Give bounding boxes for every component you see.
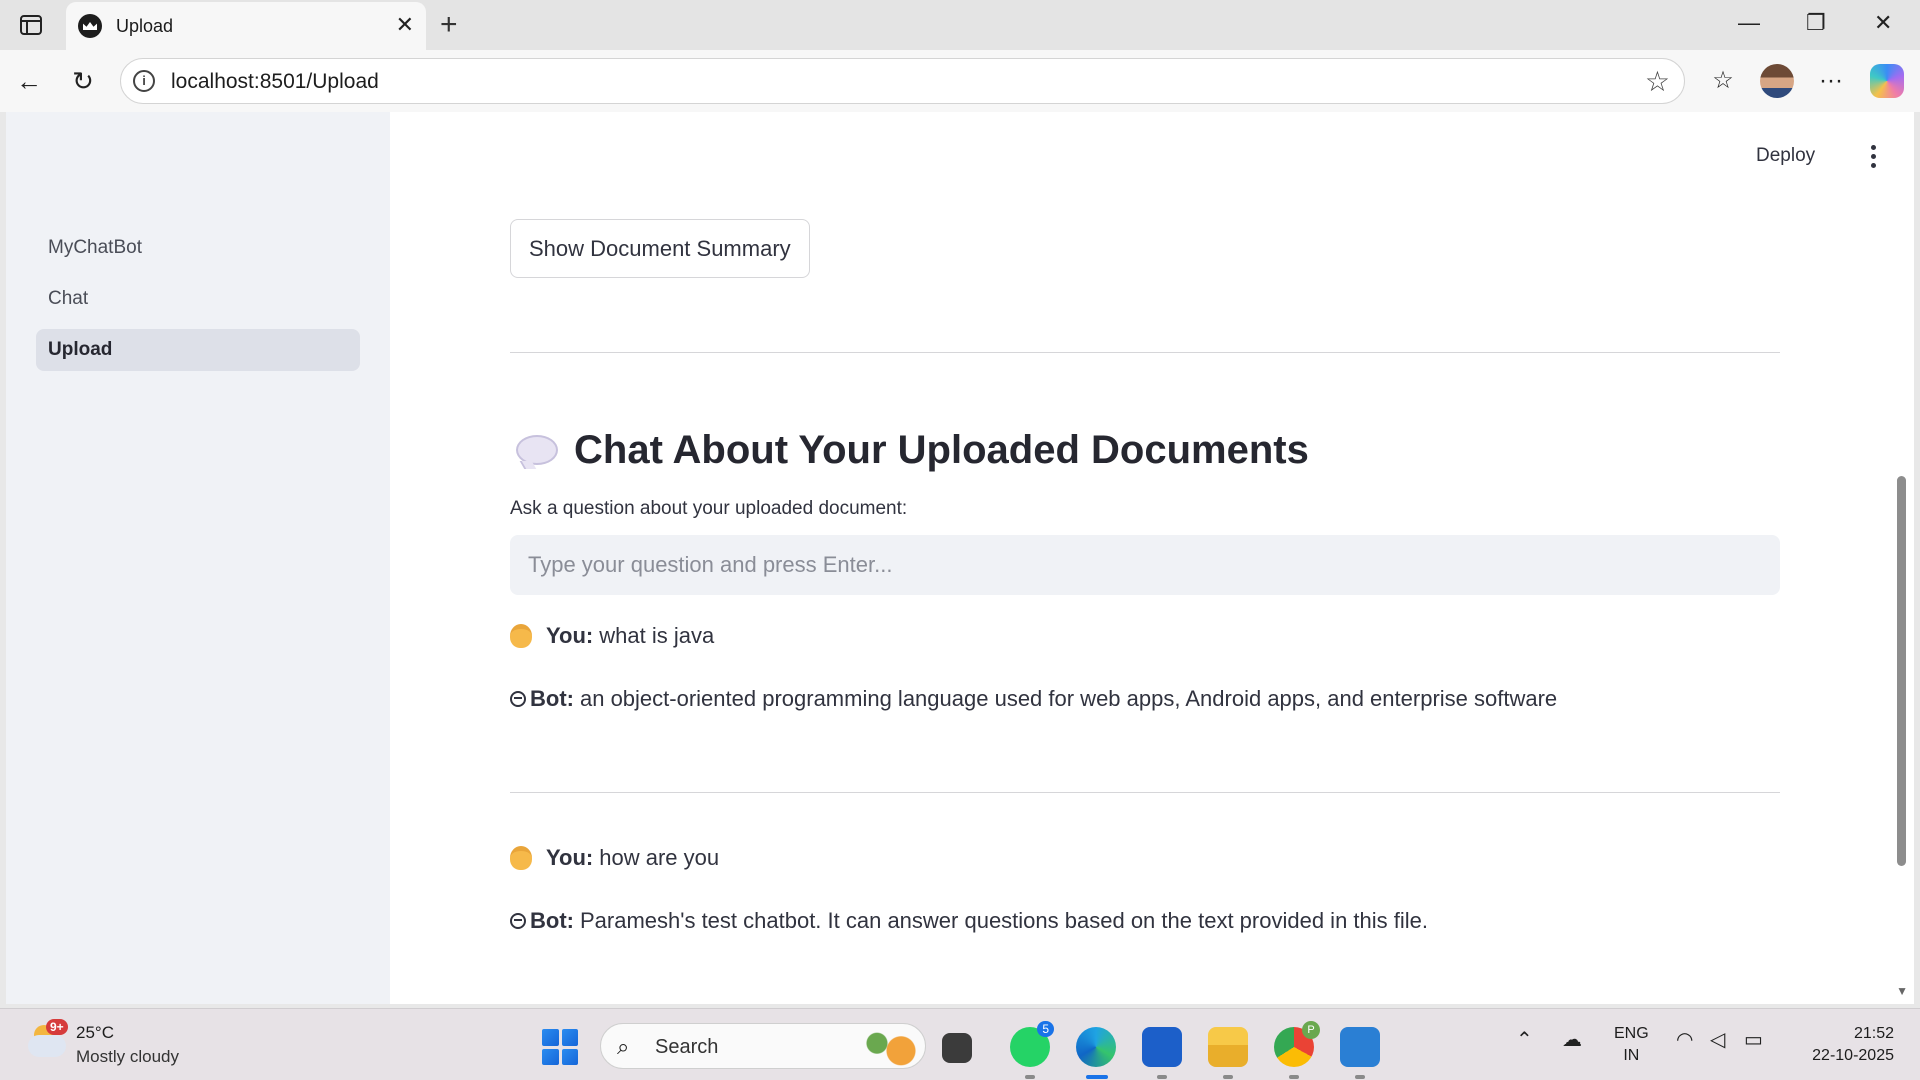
running-indicator: [1355, 1075, 1365, 1079]
you-label: You:: [546, 845, 594, 870]
tab-title: Upload: [116, 16, 174, 36]
url-text[interactable]: localhost:8501/Upload: [171, 70, 379, 94]
close-tab-icon[interactable]: ✕: [396, 12, 414, 38]
reload-icon[interactable]: ↻: [66, 64, 100, 98]
bot-label: Bot:: [530, 686, 574, 711]
question-label: Ask a question about your uploaded docum…: [510, 498, 908, 519]
user-face-icon: [510, 624, 532, 648]
running-indicator: [1289, 1075, 1299, 1079]
bot-message-text: Paramesh's test chatbot. It can answer q…: [579, 908, 1428, 933]
chrome-profile-badge: P: [1302, 1021, 1320, 1039]
user-message-text: how are you: [599, 845, 720, 870]
user-message-text: what is java: [599, 623, 715, 648]
lang-line1: ENG: [1614, 1025, 1649, 1042]
streamlit-page: MyChatBot Chat Upload Deploy Show Docume…: [6, 112, 1914, 1004]
onedrive-icon[interactable]: ☁: [1562, 1027, 1582, 1052]
system-clock[interactable]: 21:52 22-10-2025: [1798, 1023, 1894, 1067]
bot-message: Bot: an object-oriented programming lang…: [510, 686, 1557, 712]
address-bar[interactable]: i localhost:8501/Upload ☆: [120, 58, 1685, 104]
task-view-icon[interactable]: [942, 1033, 972, 1063]
speech-bubble-icon: [516, 435, 558, 465]
page-scrollbar[interactable]: [1897, 476, 1906, 866]
lang-line2: IN: [1623, 1047, 1640, 1064]
close-window-icon[interactable]: ✕: [1874, 10, 1892, 36]
browser-tab-upload[interactable]: Upload ✕: [66, 2, 426, 50]
main-menu-icon[interactable]: [1866, 145, 1880, 171]
copilot-icon[interactable]: [1870, 64, 1904, 98]
active-indicator: [1086, 1075, 1108, 1079]
streamlit-favicon-icon: [78, 14, 102, 38]
bot-label: Bot:: [530, 908, 574, 933]
back-arrow-icon[interactable]: ←: [12, 64, 46, 98]
running-indicator: [1157, 1075, 1167, 1079]
deploy-button[interactable]: Deploy: [1756, 145, 1815, 167]
weather-condition[interactable]: Mostly cloudy: [76, 1047, 179, 1067]
profile-avatar[interactable]: [1760, 64, 1794, 98]
bot-icon: [510, 691, 526, 707]
chrome-icon[interactable]: P: [1274, 1021, 1320, 1067]
divider: [510, 792, 1780, 793]
minimize-icon[interactable]: —: [1738, 10, 1760, 36]
clock-date: 22-10-2025: [1812, 1047, 1894, 1064]
bot-message: Bot: Paramesh's test chatbot. It can ans…: [510, 908, 1428, 934]
user-message: You: how are you: [510, 845, 719, 871]
user-face-icon: [510, 846, 532, 870]
more-options-icon[interactable]: ···: [1814, 64, 1848, 98]
main-content: Deploy Show Document Summary Chat About …: [390, 112, 1914, 1004]
chevron-up-icon[interactable]: ⌃: [1516, 1027, 1533, 1052]
taskbar-search[interactable]: ⌕ Search: [600, 1023, 926, 1069]
tab-actions-icon[interactable]: [18, 12, 44, 38]
bot-icon: [510, 913, 526, 929]
vscode-icon[interactable]: [1340, 1027, 1380, 1067]
restore-icon[interactable]: ❐: [1806, 10, 1826, 36]
bot-message-text: an object-oriented programming language …: [579, 686, 1558, 711]
edge-icon[interactable]: [1076, 1027, 1116, 1067]
sidebar: MyChatBot Chat Upload: [6, 112, 390, 1004]
show-summary-button[interactable]: Show Document Summary: [510, 219, 810, 278]
chat-heading: Chat About Your Uploaded Documents: [510, 420, 1309, 480]
store-icon[interactable]: [1142, 1027, 1182, 1067]
new-tab-icon[interactable]: +: [440, 8, 458, 42]
you-label: You:: [546, 623, 594, 648]
whatsapp-icon[interactable]: 5: [1010, 1021, 1054, 1067]
scroll-down-icon[interactable]: ▼: [1896, 984, 1908, 998]
browser-tab-bar: Upload ✕ + — ❐ ✕: [0, 0, 1920, 50]
weather-icon[interactable]: 9+: [26, 1019, 68, 1061]
favorites-icon[interactable]: ☆: [1706, 64, 1740, 98]
search-label: Search: [655, 1036, 719, 1058]
divider: [510, 352, 1780, 353]
clock-time: 21:52: [1853, 1025, 1894, 1042]
windows-start-icon[interactable]: [542, 1029, 578, 1065]
volume-icon[interactable]: ◁: [1710, 1027, 1725, 1052]
chat-heading-text: Chat About Your Uploaded Documents: [574, 427, 1309, 472]
running-indicator: [1025, 1075, 1035, 1079]
search-highlight-icon: [859, 1028, 919, 1066]
favorite-star-icon[interactable]: ☆: [1645, 65, 1670, 98]
windows-taskbar: 9+ 25°C Mostly cloudy ⌕ Search 5 P ⌃ ☁ E…: [0, 1008, 1920, 1080]
user-message: You: what is java: [510, 623, 714, 649]
sidebar-item-chat[interactable]: Chat: [36, 278, 360, 320]
sidebar-item-mychatbot[interactable]: MyChatBot: [36, 227, 360, 269]
file-explorer-icon[interactable]: [1208, 1027, 1248, 1067]
wifi-icon[interactable]: ◠: [1676, 1027, 1693, 1052]
search-icon: ⌕: [617, 1034, 630, 1059]
whatsapp-badge: 5: [1037, 1021, 1054, 1037]
battery-icon[interactable]: ▭: [1744, 1027, 1763, 1052]
sidebar-item-upload[interactable]: Upload: [36, 329, 360, 371]
question-input[interactable]: [510, 535, 1780, 595]
address-bar-row: ← ↻ i localhost:8501/Upload ☆ ☆ ···: [0, 50, 1920, 112]
site-info-icon[interactable]: i: [133, 70, 155, 92]
language-indicator[interactable]: ENG IN: [1614, 1023, 1649, 1067]
weather-temperature[interactable]: 25°C: [76, 1023, 114, 1043]
weather-badge: 9+: [46, 1019, 68, 1035]
running-indicator: [1223, 1075, 1233, 1079]
